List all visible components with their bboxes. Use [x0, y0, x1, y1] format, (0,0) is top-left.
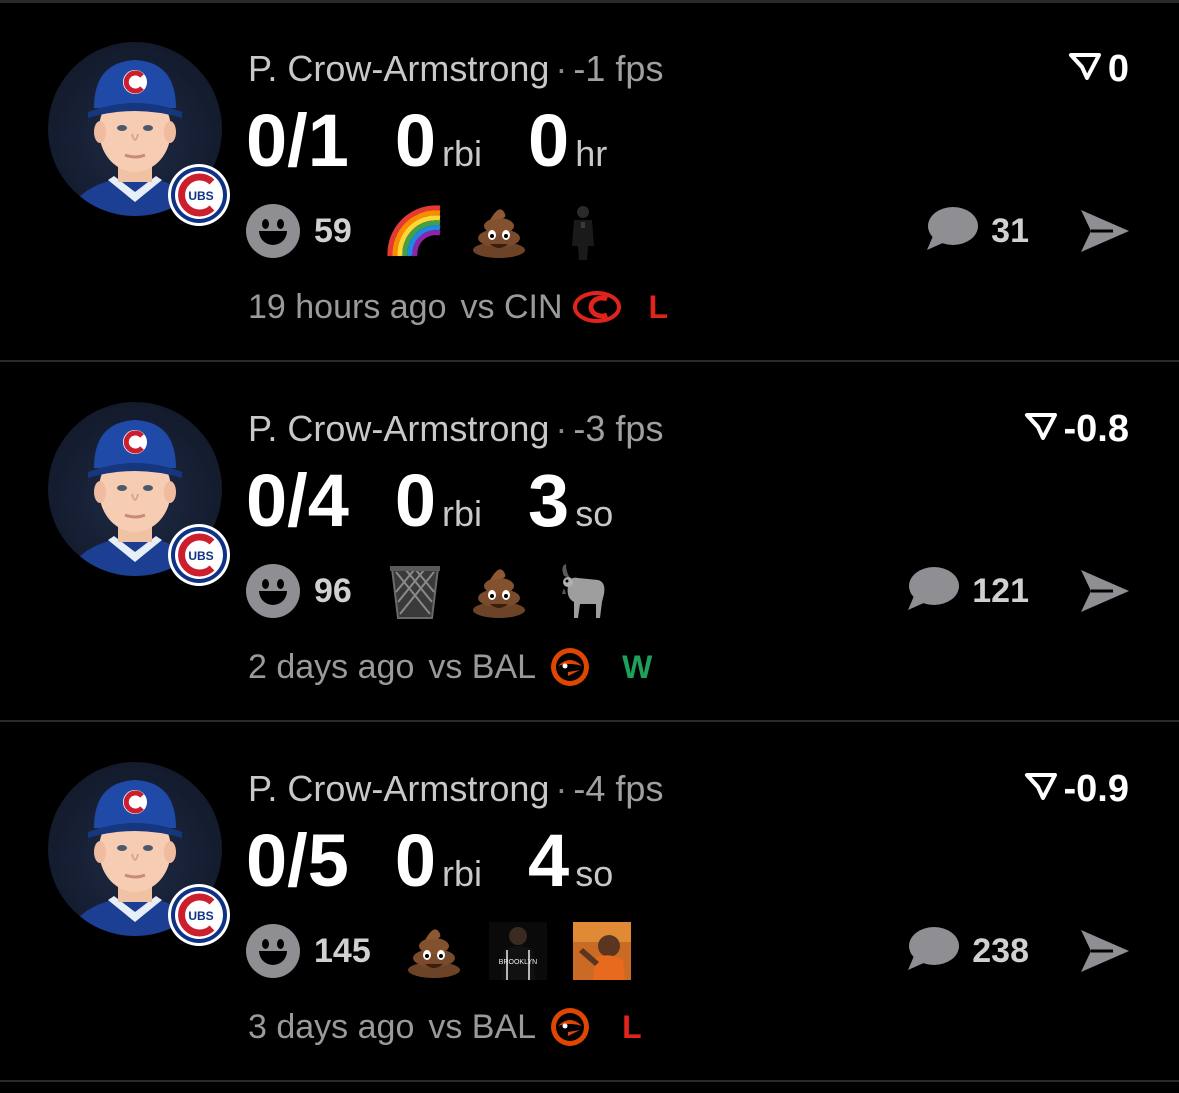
smiley-icon[interactable] — [246, 204, 300, 258]
opponent[interactable]: vs BAL — [428, 1008, 536, 1047]
stat3-value: 0 — [528, 99, 570, 182]
cubs-logo-icon: UBS — [168, 884, 230, 946]
stat2-value: 0 — [394, 459, 437, 542]
brooklyn-player-icon[interactable]: BROOKLYN — [488, 922, 547, 980]
comment-bubble-icon[interactable] — [904, 564, 960, 619]
game-result: L — [648, 288, 669, 325]
score-value: -0.8 — [1063, 408, 1129, 450]
player-name[interactable]: P. Crow-Armstrong — [248, 768, 549, 809]
score: 0 — [1068, 48, 1129, 91]
title-separator: · — [555, 768, 568, 809]
reactions-bar: 59 — [246, 202, 638, 260]
game-card[interactable]: UBS P. Crow-Armstrong · -3 fps -0.8 0/4 0r… — [0, 364, 1179, 722]
stat3-unit: so — [575, 853, 614, 894]
stat3-unit: hr — [575, 133, 608, 174]
wastebasket-icon[interactable] — [386, 562, 444, 620]
stat2-unit: rbi — [442, 493, 483, 534]
cubs-logo-icon: UBS — [168, 164, 230, 226]
orioles-logo-icon — [546, 646, 594, 688]
stat3-value: 3 — [528, 459, 570, 542]
time-ago: 3 days ago — [248, 1007, 415, 1046]
cubs-logo-icon: UBS — [168, 524, 230, 586]
comment-count: 31 — [991, 211, 1029, 250]
time-ago: 19 hours ago — [248, 287, 447, 326]
comments[interactable]: 31 — [923, 202, 1029, 260]
player-name[interactable]: P. Crow-Armstrong — [248, 48, 549, 89]
game-card[interactable]: UBS P. Crow-Armstrong · -4 fps -0.9 0/5 0r… — [0, 724, 1179, 1082]
stat2-unit: rbi — [442, 133, 483, 174]
rainbow-icon[interactable] — [386, 202, 444, 260]
stat-line: 0/4 0 rbi 3 so — [246, 458, 659, 542]
game-result: W — [622, 648, 653, 685]
poop-icon[interactable] — [470, 202, 528, 260]
game-result: L — [622, 1008, 642, 1045]
hits-stat: 0/1 — [246, 99, 349, 182]
score-value: 0 — [1107, 48, 1129, 90]
opponent[interactable]: vs CIN — [461, 288, 563, 327]
card-title: P. Crow-Armstrong · -3 fps — [248, 408, 663, 450]
drake-meme-icon[interactable] — [572, 922, 631, 980]
reaction-count: 59 — [314, 211, 352, 250]
card-divider — [0, 1080, 1179, 1082]
stat3-value: 4 — [528, 819, 570, 902]
reactions-bar: 145 BROOKLYN — [246, 922, 657, 980]
reds-logo-icon — [572, 286, 621, 328]
score-arrow-icon — [1068, 48, 1102, 91]
title-separator: · — [555, 48, 568, 89]
comments[interactable]: 121 — [904, 562, 1029, 620]
reaction-count: 96 — [314, 571, 352, 610]
hits-stat: 0/4 — [246, 459, 349, 542]
smiley-icon[interactable] — [246, 924, 300, 978]
svg-text:BROOKLYN: BROOKLYN — [499, 959, 537, 966]
card-title: P. Crow-Armstrong · -1 fps — [248, 48, 663, 90]
stat3-unit: so — [575, 493, 614, 534]
game-info: 19 hours ago vs CIN L — [248, 286, 668, 328]
time-ago: 2 days ago — [248, 647, 415, 686]
card-title: P. Crow-Armstrong · -4 fps — [248, 768, 663, 810]
score-arrow-icon — [1024, 408, 1058, 451]
score: -0.8 — [1024, 408, 1129, 451]
score: -0.9 — [1024, 768, 1129, 811]
reactions-bar: 96 — [246, 562, 638, 620]
hits-stat: 0/5 — [246, 819, 349, 902]
stat2-value: 0 — [394, 819, 437, 902]
comment-bubble-icon[interactable] — [904, 924, 960, 979]
card-divider — [0, 720, 1179, 722]
share-icon[interactable] — [1077, 564, 1133, 618]
person-in-black-icon[interactable] — [554, 202, 612, 260]
comments[interactable]: 238 — [904, 922, 1029, 980]
title-separator: · — [555, 408, 568, 449]
svg-text:UBS: UBS — [188, 189, 213, 203]
game-info: 2 days ago vs BAL W — [248, 646, 652, 688]
smiley-icon[interactable] — [246, 564, 300, 618]
stat-line: 0/1 0 rbi 0 hr — [246, 98, 653, 182]
score-arrow-icon — [1024, 768, 1058, 811]
player-name[interactable]: P. Crow-Armstrong — [248, 408, 549, 449]
poop-icon[interactable] — [405, 922, 463, 980]
comment-count: 121 — [972, 571, 1029, 610]
comment-bubble-icon[interactable] — [923, 204, 979, 259]
share-icon[interactable] — [1077, 204, 1133, 258]
fps-value: -3 fps — [573, 408, 664, 449]
poop-icon[interactable] — [470, 562, 528, 620]
goat-icon[interactable] — [554, 562, 612, 620]
reaction-count: 145 — [314, 931, 371, 970]
stat2-unit: rbi — [442, 853, 483, 894]
game-card[interactable]: UBS P. Crow-Armstrong · -1 fps 0 0/1 0 rbi … — [0, 4, 1179, 362]
share-icon[interactable] — [1077, 924, 1133, 978]
svg-text:UBS: UBS — [188, 909, 213, 923]
comment-count: 238 — [972, 931, 1029, 970]
card-divider — [0, 360, 1179, 362]
game-info: 3 days ago vs BAL L — [248, 1006, 642, 1048]
fps-value: -4 fps — [573, 768, 664, 809]
opponent[interactable]: vs BAL — [428, 648, 536, 687]
fps-value: -1 fps — [573, 48, 664, 89]
score-value: -0.9 — [1063, 768, 1129, 810]
stat2-value: 0 — [394, 99, 437, 182]
top-divider — [0, 0, 1179, 3]
svg-text:UBS: UBS — [188, 549, 213, 563]
orioles-logo-icon — [546, 1006, 594, 1048]
stat-line: 0/5 0 rbi 4 so — [246, 818, 659, 902]
